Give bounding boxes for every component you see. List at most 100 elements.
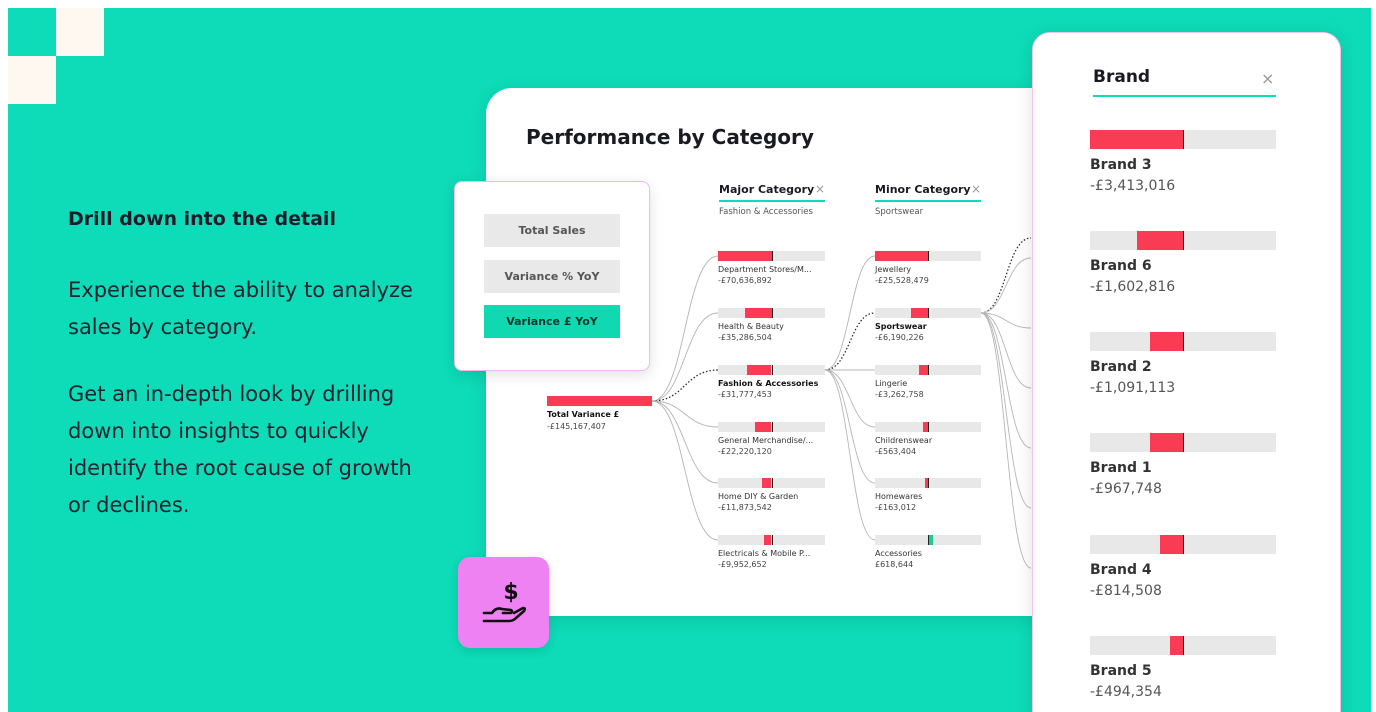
minor-node-label: Accessories [875, 549, 922, 558]
major-node-bar-fill [764, 535, 772, 545]
brand-bar [1090, 231, 1276, 250]
major-node-bar-zero [771, 251, 773, 261]
major-node-bar [718, 251, 825, 261]
major-node-bar [718, 422, 825, 432]
minor-node-bar-zero [928, 535, 929, 545]
minor-node-bar-zero [928, 422, 929, 432]
major-node-label: Fashion & Accessories [718, 379, 819, 388]
root-bar [547, 396, 652, 406]
brand-value: -£967,748 [1090, 481, 1162, 497]
brand-bar-zero [1183, 636, 1184, 655]
brand-bar-fill [1159, 535, 1183, 554]
minor-node-bar [875, 251, 981, 261]
minor-node-value: £618,644 [875, 560, 914, 569]
link-major-minor [824, 312, 876, 371]
brand-bar-fill [1090, 130, 1183, 149]
major-node-label: Health & Beauty [718, 322, 784, 331]
brand-bar-zero [1183, 231, 1184, 250]
metric-total-sales-button[interactable]: Total Sales [484, 214, 620, 247]
minor-node-value: -£563,404 [875, 447, 917, 456]
major-node-bar-zero [771, 365, 773, 375]
minor-node-bar [875, 478, 981, 488]
minor-node-bar-zero [928, 365, 929, 375]
brand-bar-zero [1183, 332, 1184, 351]
intro-paragraph-1: Experience the ability to analyze sales … [68, 278, 413, 339]
major-node-label: Department Stores/M... [718, 265, 812, 274]
brand-bar-fill [1149, 332, 1183, 351]
major-node-label: Home DIY & Garden [718, 492, 799, 501]
minor-node-label: Childrenswear [875, 436, 933, 445]
major-node-bar [718, 308, 825, 318]
brand-bar-zero [1183, 535, 1184, 554]
minor-node-bar-zero [928, 478, 929, 488]
brand-name: Brand 1 [1090, 460, 1152, 476]
major-node-bar-zero [771, 422, 773, 432]
minor-node-value: -£25,528,479 [875, 276, 929, 285]
money-hand-icon: $ [458, 557, 549, 648]
brand-bar-zero [1183, 433, 1184, 452]
brand-name: Brand 4 [1090, 562, 1152, 578]
brand-name: Brand 2 [1090, 359, 1152, 375]
minor-node-bar [875, 308, 981, 318]
major-node-value: -£35,286,504 [718, 333, 772, 342]
brand-bar [1090, 433, 1276, 452]
link-major-minor [824, 369, 876, 484]
major-node-value: -£31,777,453 [718, 390, 772, 399]
link-minor-brand [980, 312, 1032, 389]
major-node-bar [718, 478, 825, 488]
major-node-bar-zero [771, 535, 773, 545]
brand-name: Brand 3 [1090, 157, 1152, 173]
root-label: Total Variance £ [547, 410, 620, 419]
brand-bar [1090, 535, 1276, 554]
link-root-major [651, 400, 719, 541]
minor-node-label: Homewares [875, 492, 923, 501]
major-node-label: General Merchandise/... [718, 436, 814, 445]
decorative-square [56, 8, 104, 56]
link-minor-brand [980, 237, 1032, 314]
minor-node-bar-fill [875, 251, 928, 261]
minor-node-bar [875, 422, 981, 432]
major-node-bar-fill [747, 365, 772, 375]
major-node-bar-fill [718, 251, 772, 261]
minor-node-value: -£163,012 [875, 503, 917, 512]
major-node-value: -£22,220,120 [718, 447, 772, 456]
minor-node-value: -£3,262,758 [875, 390, 924, 399]
brand-name: Brand 5 [1090, 663, 1152, 679]
link-root-major [651, 400, 719, 428]
metric-variance-pct-button[interactable]: Variance % YoY [484, 260, 620, 293]
brand-value: -£3,413,016 [1090, 178, 1176, 194]
major-node-bar-fill [744, 308, 772, 318]
link-major-minor [824, 369, 876, 428]
minor-node-label: Lingerie [875, 379, 908, 388]
brand-bar-fill [1149, 433, 1183, 452]
brand-value: -£1,602,816 [1090, 279, 1176, 295]
brand-panel: Brand × Brand 3 -£3,413,016 Brand 6 -£1,602… [1032, 32, 1341, 712]
major-node-bar-zero [771, 478, 773, 488]
minor-node-bar [875, 365, 981, 375]
link-root-major [651, 255, 719, 402]
brand-bar-fill [1169, 636, 1183, 655]
major-node-bar-fill [754, 422, 772, 432]
major-node-value: -£9,952,652 [718, 560, 767, 569]
minor-node-bar-fill [910, 308, 928, 318]
intro-paragraph-2: Get an in-depth look by drilling down in… [68, 382, 412, 517]
money-hand-icon-glyph: $ [482, 580, 526, 622]
major-node-bar [718, 535, 825, 545]
metric-variance-gbp-button[interactable]: Variance £ YoY [484, 305, 620, 338]
major-node-bar-zero [771, 308, 773, 318]
link-major-minor [824, 255, 876, 371]
close-icon[interactable]: × [1261, 69, 1274, 88]
link-minor-brand [980, 312, 1032, 449]
minor-node-label: Sportswear [875, 322, 927, 331]
root-value: -£145,167,407 [547, 422, 606, 431]
brand-bar-fill [1136, 231, 1183, 250]
link-major-minor [824, 369, 876, 541]
root-bar-fill [547, 396, 652, 406]
brand-bar [1090, 332, 1276, 351]
minor-node-bar-zero [928, 251, 929, 261]
brand-value: -£1,091,113 [1090, 380, 1176, 396]
minor-node-value: -£6,190,226 [875, 333, 924, 342]
minor-node-bar [875, 535, 981, 545]
metric-selector: Total Sales Variance % YoY Variance £ Yo… [454, 181, 650, 371]
decorative-square [8, 56, 56, 104]
